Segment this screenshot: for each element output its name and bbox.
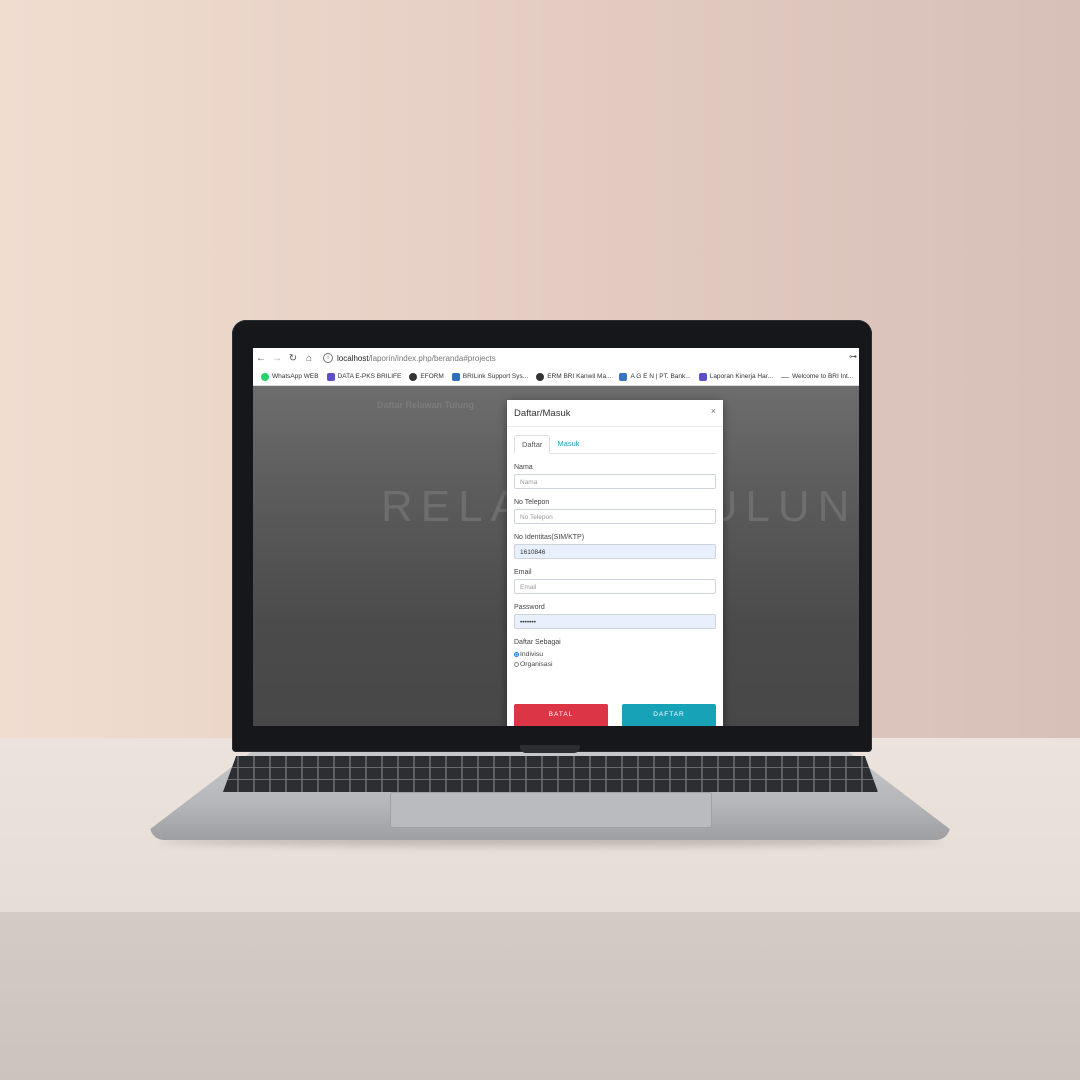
address-bar[interactable]: i localhost/laporin/index.php/beranda#pr… xyxy=(323,353,496,363)
bookmark-item[interactable]: Welcome to BRI Int... xyxy=(780,373,853,380)
laptop-keyboard xyxy=(223,756,878,792)
desk-front xyxy=(0,912,1080,1080)
id-number-input[interactable]: 1610846 xyxy=(514,544,716,559)
bookmark-item[interactable]: WhatsApp WEB xyxy=(261,372,319,381)
bookmark-item[interactable]: DATA E-PKS BRILIFE xyxy=(326,372,401,381)
forward-arrow-icon[interactable]: → xyxy=(269,353,285,364)
radio-indivisu[interactable]: Indivisu xyxy=(514,649,716,659)
register-as-group: Daftar Sebagai Indivisu Organisasi xyxy=(514,639,716,669)
form-icon xyxy=(326,372,335,381)
modal-buttons: BATAL DAFTAR xyxy=(514,704,716,726)
key-icon[interactable]: ⊶ xyxy=(849,352,857,361)
field-telepon: No Telepon No Telepon xyxy=(514,499,716,524)
modal-title: Daftar/Masuk xyxy=(514,407,571,419)
info-icon[interactable]: i xyxy=(323,353,333,363)
email-input[interactable]: Email xyxy=(514,579,716,594)
phone-input[interactable]: No Telepon xyxy=(514,509,716,524)
reload-icon[interactable]: ↻ xyxy=(285,353,301,364)
whatsapp-icon xyxy=(261,372,269,381)
bri-icon xyxy=(619,372,628,381)
page-body: Daftar Relawan Tulung RELAWAN TULUNG Daf… xyxy=(253,386,859,726)
radio-organisasi[interactable]: Organisasi xyxy=(514,659,716,669)
brilink-icon xyxy=(451,372,460,381)
register-login-modal: Daftar/Masuk × Daftar Masuk Nama Nama No… xyxy=(507,400,723,726)
register-button[interactable]: DAFTAR xyxy=(622,704,716,726)
name-input[interactable]: Nama xyxy=(514,474,716,489)
globe-icon xyxy=(536,372,545,381)
field-label: Password xyxy=(514,604,545,611)
radio-empty-icon[interactable] xyxy=(514,661,519,667)
back-arrow-icon[interactable]: ← xyxy=(253,353,269,364)
field-nama: Nama Nama xyxy=(514,464,716,489)
radio-selected-icon[interactable] xyxy=(514,651,519,657)
field-password: Password ••••••• xyxy=(514,604,716,629)
bookmark-item[interactable]: A G E N | PT. Bank... xyxy=(619,372,691,381)
bookmark-item[interactable]: ERM BRI Kanwil Ma... xyxy=(536,372,611,381)
url-path: /laporin/index.php/beranda#projects xyxy=(368,353,496,363)
laptop-trackpad xyxy=(390,792,712,828)
url-host: localhost xyxy=(337,353,369,363)
modal-tabs: Daftar Masuk xyxy=(514,435,716,454)
tab-daftar[interactable]: Daftar xyxy=(514,435,551,454)
navbar-brand[interactable]: Daftar Relawan Tulung xyxy=(377,400,474,410)
globe-icon xyxy=(409,372,418,381)
field-email: Email Email xyxy=(514,569,716,594)
home-icon[interactable]: ⌂ xyxy=(301,353,317,364)
form-icon xyxy=(698,372,707,381)
close-icon[interactable]: × xyxy=(711,406,716,416)
register-as-label: Daftar Sebagai xyxy=(514,639,561,646)
bookmark-item[interactable]: BRILink Support Sys... xyxy=(451,372,528,381)
tab-masuk[interactable]: Masuk xyxy=(550,435,586,453)
bookmark-item[interactable]: EFORM xyxy=(409,372,444,381)
bookmark-item[interactable]: Laporan Kinerja Har... xyxy=(698,372,773,381)
field-identitas: No Identitas(SIM/KTP) 1610846 xyxy=(514,534,716,559)
field-label: No Telepon xyxy=(514,499,550,506)
dash-icon xyxy=(780,377,789,378)
field-label: No Identitas(SIM/KTP) xyxy=(514,534,585,541)
laptop-screen: ← → ↻ ⌂ i localhost/laporin/index.php/be… xyxy=(253,348,859,726)
cancel-button[interactable]: BATAL xyxy=(514,704,608,726)
bookmarks-bar: WhatsApp WEB DATA E-PKS BRILIFE EFORM BR… xyxy=(253,368,859,386)
modal-header: Daftar/Masuk × xyxy=(507,400,723,427)
password-input[interactable]: ••••••• xyxy=(514,614,716,629)
field-label: Email xyxy=(514,569,532,576)
laptop-hinge xyxy=(520,745,580,753)
field-label: Nama xyxy=(514,464,533,471)
browser-toolbar: ← → ↻ ⌂ i localhost/laporin/index.php/be… xyxy=(253,348,859,369)
